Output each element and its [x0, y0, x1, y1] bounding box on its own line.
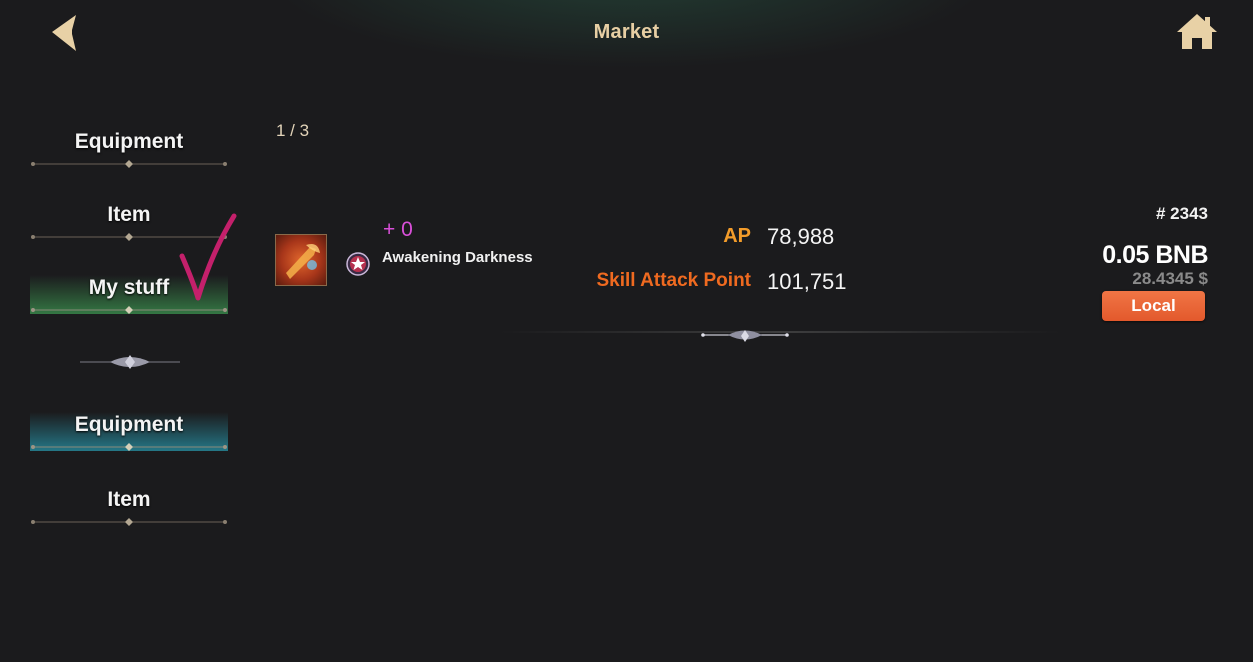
- home-icon: [1177, 14, 1217, 49]
- sidebar-item-label: Equipment: [74, 130, 184, 153]
- sidebar-item-equipment[interactable]: Equipment: [30, 122, 228, 168]
- checkmark-annotation-icon: [179, 213, 237, 301]
- sidebar-item-item-sub[interactable]: Item: [30, 480, 228, 526]
- weapon-icon: [286, 244, 320, 279]
- listing-id: # 2343: [1156, 204, 1208, 223]
- stat-skill-attack-value: 101,751: [767, 269, 847, 294]
- ornament-line: [31, 518, 227, 526]
- ornament-line: [31, 306, 227, 314]
- market-screen: Market Equipment Item My stuff Equipment…: [0, 0, 1253, 662]
- item-thumbnail[interactable]: [275, 234, 327, 286]
- sidebar-item-equipment-sub[interactable]: Equipment: [30, 405, 228, 451]
- row-divider-ornament: [701, 330, 789, 342]
- enhance-level: + 0: [383, 218, 413, 241]
- page-title: Market: [593, 21, 660, 43]
- star-grade-icon: [346, 252, 370, 276]
- stat-ap-label: AP: [723, 225, 751, 247]
- page-indicator: 1 / 3: [276, 121, 310, 140]
- stat-ap-value: 78,988: [767, 224, 835, 249]
- section-divider-ornament: [80, 355, 180, 369]
- home-button[interactable]: [1175, 12, 1219, 52]
- sidebar-item-label: Item: [107, 488, 151, 511]
- ornament-line: [31, 443, 227, 451]
- item-name: Awakening Darkness: [382, 249, 533, 266]
- price-bnb: 0.05 BNB: [1102, 241, 1208, 269]
- local-button[interactable]: Local: [1102, 291, 1205, 321]
- sidebar-item-label: Equipment: [74, 413, 184, 436]
- stat-skill-attack-label: Skill Attack Point: [596, 270, 752, 291]
- market-listing-row[interactable]: + 0 Awakening Darkness AP 78,988 Skill A…: [270, 200, 1220, 350]
- price-usd: 28.4345 $: [1132, 269, 1208, 288]
- ornament-line: [31, 160, 227, 168]
